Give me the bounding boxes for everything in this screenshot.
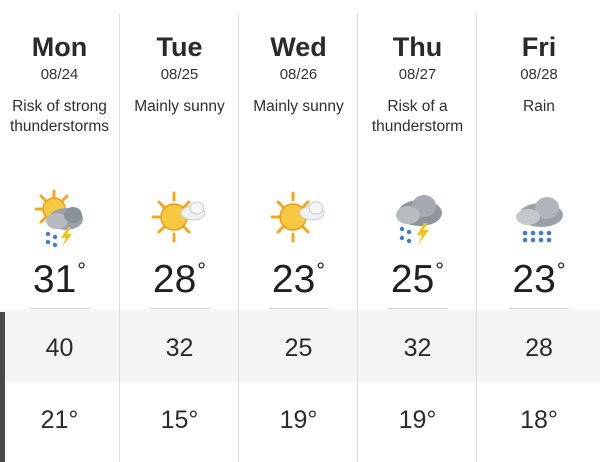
high-temp-underline (149, 308, 210, 309)
high-temperature: 31° (32, 258, 87, 301)
day-name: Fri (521, 32, 557, 62)
high-temp-underline (509, 308, 569, 309)
low-temperature: 21° (40, 406, 79, 434)
secondary-value: 32 (165, 334, 194, 362)
low-temperature: 19° (279, 406, 318, 434)
high-temp-underline (387, 308, 448, 309)
forecast-day-tue[interactable]: Tue 08/25 Mainly sunny 28° 32 15° (119, 14, 239, 462)
forecast-day-thu[interactable]: Thu 08/27 Risk of a thunderstorm 25° 32 … (357, 14, 477, 462)
day-name: Mon (31, 32, 88, 62)
secondary-value: 32 (403, 334, 432, 362)
sunny-cloud-icon (151, 191, 205, 243)
secondary-value: 40 (45, 334, 74, 362)
condition-text: Risk of strong thunderstorms (0, 97, 119, 137)
condition-line-1: Mainly sunny (253, 98, 344, 115)
condition-line-1: Risk of strong (12, 98, 107, 115)
condition-line-2: thunderstorms (9, 118, 110, 135)
day-name: Tue (156, 32, 203, 62)
high-temperature: 28° (152, 258, 207, 301)
forecast-day-fri[interactable]: Fri 08/28 Rain 23° 28 18° (476, 14, 600, 462)
high-temp-underline (268, 308, 329, 309)
sunny-cloud-icon (270, 191, 324, 243)
low-temperature: 19° (398, 406, 437, 434)
high-temperature: 23° (512, 258, 566, 301)
condition-text: Rain (477, 97, 600, 117)
forecast-day-wed[interactable]: Wed 08/26 Mainly sunny 23° 25 19° (238, 14, 358, 462)
day-name: Wed (270, 32, 327, 62)
cloud-thunderstorm-icon (395, 195, 442, 245)
secondary-value: 25 (284, 334, 313, 362)
condition-text: Risk of a thunderstorm (358, 97, 477, 137)
day-date: 08/27 (398, 66, 437, 83)
day-date: 08/24 (40, 66, 79, 83)
forecast-day-mon[interactable]: Mon 08/24 Risk of strong thunderstorms 3… (0, 14, 119, 462)
day-date: 08/28 (520, 66, 558, 83)
low-temperature: 15° (160, 406, 199, 434)
condition-text: Mainly sunny (239, 97, 358, 117)
condition-line-1: Risk of a (387, 98, 448, 115)
condition-line-2: thunderstorm (371, 118, 464, 135)
low-temperature: 18° (520, 406, 558, 434)
high-temperature: 25° (390, 258, 445, 301)
rain-cloud-icon (516, 197, 563, 243)
condition-line-1: Mainly sunny (134, 98, 225, 115)
day-name: Thu (392, 32, 443, 62)
day-date: 08/26 (279, 66, 318, 83)
high-temp-underline (29, 308, 90, 309)
secondary-value: 28 (525, 334, 553, 362)
high-temperature: 23° (271, 258, 326, 301)
condition-line-1: Rain (523, 98, 555, 115)
day-date: 08/25 (160, 66, 199, 83)
condition-text: Mainly sunny (120, 97, 239, 117)
sun-cloud-thunderstorm-icon (34, 189, 83, 248)
